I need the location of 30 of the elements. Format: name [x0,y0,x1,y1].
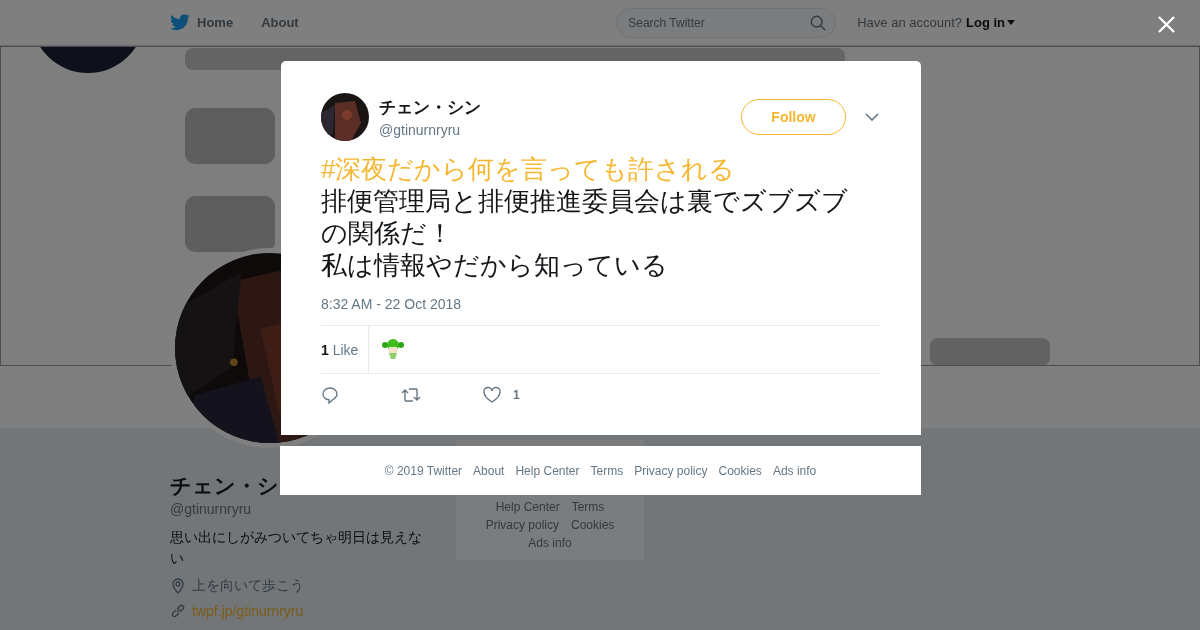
account-prompt: Have an account? [857,15,962,30]
search-field[interactable]: Search Twitter [616,7,837,38]
footer-link[interactable]: © 2019 Twitter [384,463,463,478]
retweet-icon[interactable] [401,386,421,404]
login-link[interactable]: Log in [966,15,1005,30]
nav-link[interactable]: Home [170,14,234,31]
footer-link[interactable]: About [473,463,505,478]
footer-link[interactable]: Terms [571,500,605,514]
footer-link[interactable]: Ads info [528,536,572,550]
heart-icon[interactable] [483,386,501,404]
location-pin-icon [170,578,186,594]
like-action-count: 1 [513,388,520,402]
footer-link[interactable]: Privacy policy [485,518,559,532]
footer-link[interactable]: Privacy policy [634,463,708,478]
nav-link[interactable]: About [261,14,299,31]
profile-bio: 思い出にしがみついてちゃ明日は見えない [170,528,423,568]
close-icon[interactable] [1158,16,1175,33]
profile-handle: @gtinurnryru [170,501,253,517]
footer-link[interactable]: Terms [590,463,624,478]
reply-icon[interactable] [321,386,339,404]
footer-link[interactable]: Cookies [718,463,762,478]
footer-link[interactable]: Cookies [571,518,615,532]
caret-icon[interactable] [1007,20,1015,25]
profile-name: チェン・シ [170,473,280,499]
search-icon [810,14,827,31]
footer-link[interactable]: Help Center [495,500,560,514]
link-icon [170,603,186,619]
bird-icon [170,14,190,31]
footer-link[interactable]: Help Center [515,463,580,478]
footer-link[interactable]: Ads info [772,463,817,478]
